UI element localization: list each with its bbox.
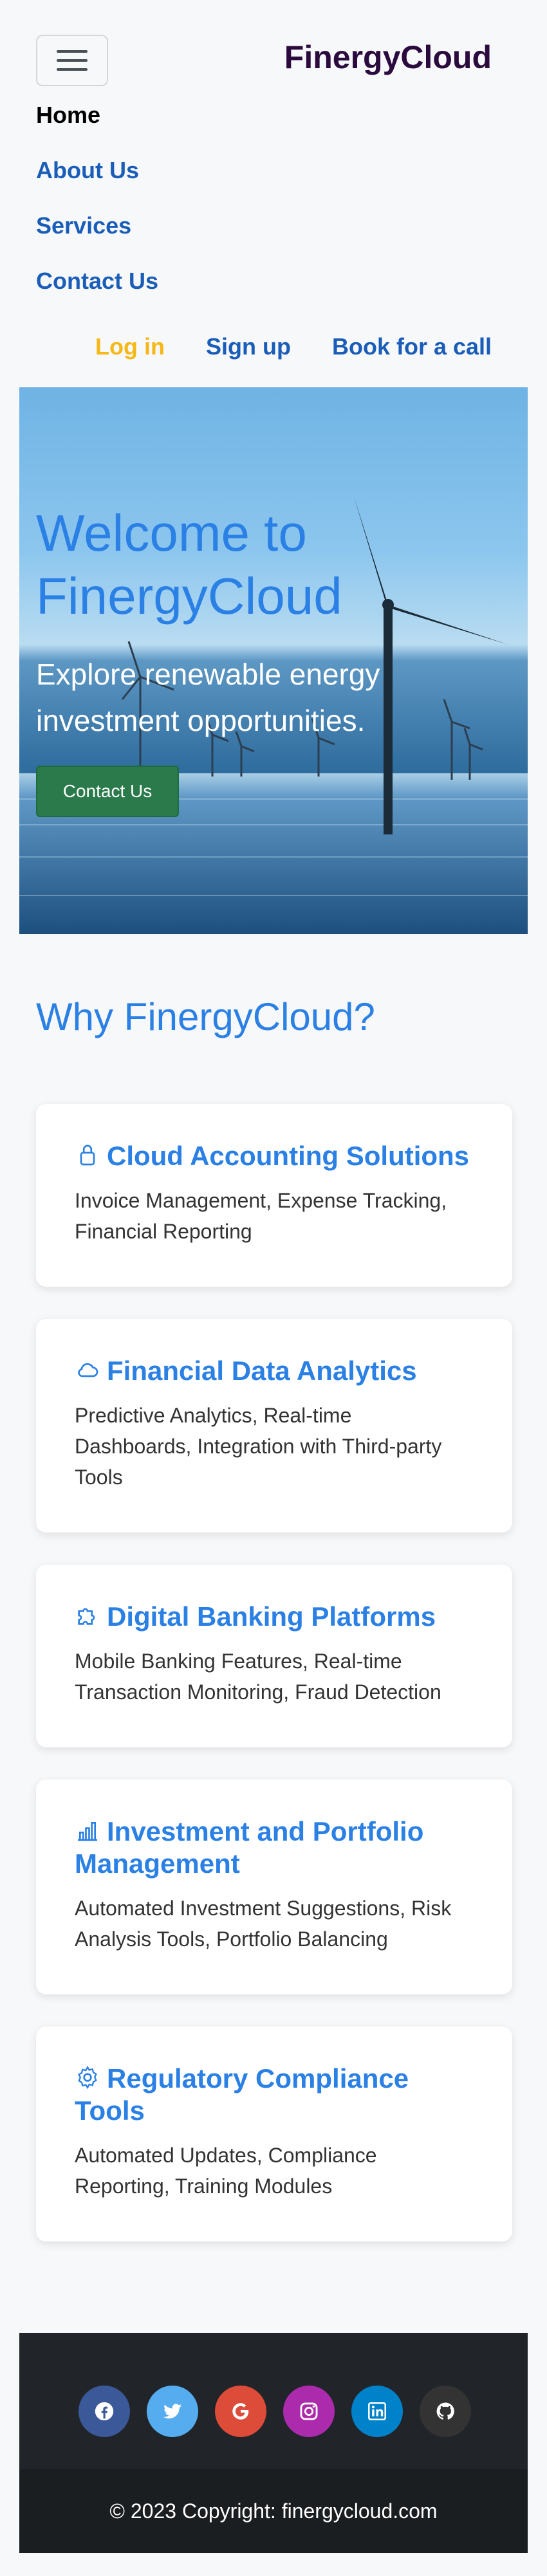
google-button[interactable] xyxy=(215,2386,266,2437)
feature-card: Digital Banking Platforms Mobile Banking… xyxy=(36,1565,512,1747)
contact-us-button[interactable]: Contact Us xyxy=(36,766,179,817)
twitter-icon xyxy=(163,2404,182,2419)
footer: © 2023 Copyright: finergycloud.com xyxy=(19,2333,528,2553)
nav-services[interactable]: Services xyxy=(36,212,131,239)
hero-banner: Welcome to FinergyCloud Explore renewabl… xyxy=(19,387,528,934)
facebook-button[interactable] xyxy=(79,2386,130,2437)
card-title: Cloud Accounting Solutions xyxy=(107,1141,470,1171)
card-text: Invoice Management, Expense Tracking, Fi… xyxy=(75,1189,447,1243)
card-text: Mobile Banking Features, Real-time Trans… xyxy=(75,1650,441,1704)
card-text: Automated Investment Suggestions, Risk A… xyxy=(75,1897,452,1951)
gear-icon xyxy=(78,2065,97,2090)
google-icon xyxy=(232,2403,249,2420)
card-text: Automated Updates, Compliance Reporting,… xyxy=(75,2144,377,2198)
feature-card: Investment and Portfolio Management Auto… xyxy=(36,1780,512,1994)
hero-title: Welcome to FinergyCloud xyxy=(36,504,342,625)
instagram-icon xyxy=(300,2402,318,2420)
nav-home[interactable]: Home xyxy=(36,102,100,129)
hamburger-icon-line xyxy=(57,59,88,62)
instagram-button[interactable] xyxy=(283,2386,335,2437)
social-links xyxy=(79,2386,471,2437)
hamburger-icon-line xyxy=(57,50,88,53)
card-text: Predictive Analytics, Real-time Dashboar… xyxy=(75,1404,442,1489)
copyright-text: © 2023 Copyright: finergycloud.com xyxy=(19,2469,528,2553)
nav-contact-us[interactable]: Contact Us xyxy=(36,268,158,295)
nav-about-us[interactable]: About Us xyxy=(36,157,139,184)
menu-toggle-button[interactable] xyxy=(36,35,108,86)
brand-logo-text[interactable]: FinergyCloud xyxy=(284,39,492,76)
github-button[interactable] xyxy=(420,2386,471,2437)
card-title: Investment and Portfolio Management xyxy=(75,1816,424,1879)
github-icon xyxy=(436,2402,454,2420)
bar-chart-icon xyxy=(78,1822,97,1841)
cloud-icon xyxy=(78,1363,98,1377)
hero-subtitle: Explore renewable energy investment oppo… xyxy=(36,658,380,737)
linkedin-button[interactable] xyxy=(351,2386,403,2437)
facebook-icon xyxy=(95,2402,114,2421)
feature-card: Cloud Accounting Solutions Invoice Manag… xyxy=(36,1104,512,1287)
login-link[interactable]: Log in xyxy=(95,333,165,360)
book-call-link[interactable]: Book for a call xyxy=(332,333,492,360)
card-title: Regulatory Compliance Tools xyxy=(75,2063,409,2126)
feature-card: Regulatory Compliance Tools Automated Up… xyxy=(36,2027,512,2241)
section-heading: Why FinergyCloud? xyxy=(36,995,375,1038)
card-title: Financial Data Analytics xyxy=(107,1356,417,1386)
lock-icon xyxy=(80,1145,95,1166)
feature-card: Financial Data Analytics Predictive Anal… xyxy=(36,1319,512,1532)
card-title: Digital Banking Platforms xyxy=(107,1601,436,1632)
signup-link[interactable]: Sign up xyxy=(206,333,291,360)
hamburger-icon-line xyxy=(57,68,88,71)
twitter-button[interactable] xyxy=(147,2386,198,2437)
linkedin-icon xyxy=(367,2402,387,2421)
puzzle-icon xyxy=(78,1608,95,1625)
